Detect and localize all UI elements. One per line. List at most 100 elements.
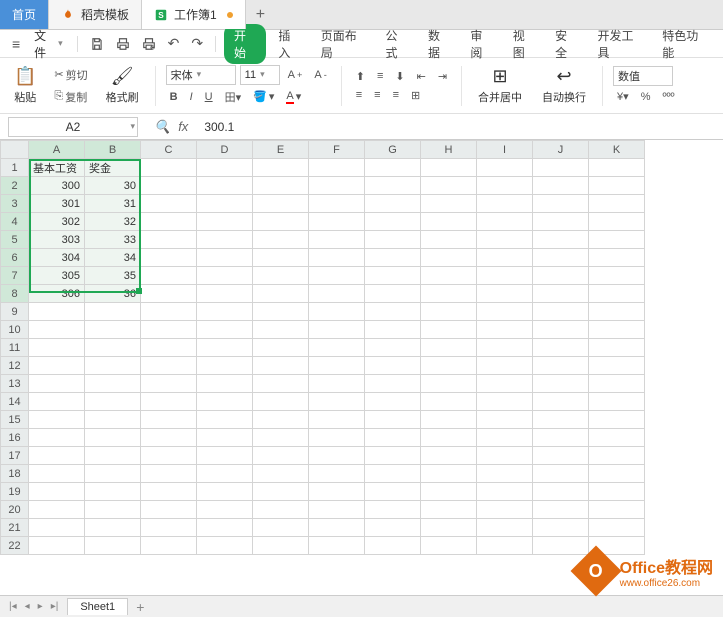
cell[interactable]: 奖金	[85, 159, 141, 177]
menu-tab-data[interactable]: 数据	[420, 24, 458, 64]
cell[interactable]	[309, 267, 365, 285]
cell[interactable]	[197, 429, 253, 447]
cell[interactable]	[421, 249, 477, 267]
align-left-button[interactable]: ≡	[352, 87, 366, 103]
cell[interactable]	[85, 375, 141, 393]
search-icon[interactable]: 🔍	[154, 119, 170, 135]
cell[interactable]	[141, 177, 197, 195]
cell[interactable]: 35	[85, 267, 141, 285]
cell[interactable]	[309, 501, 365, 519]
cell[interactable]	[253, 177, 309, 195]
cell[interactable]	[589, 267, 645, 285]
col-header[interactable]: A	[29, 141, 85, 159]
cell[interactable]	[533, 303, 589, 321]
cell[interactable]: 301	[29, 195, 85, 213]
percent-button[interactable]: %	[637, 89, 655, 105]
cell[interactable]	[29, 411, 85, 429]
cell[interactable]	[477, 213, 533, 231]
cell[interactable]	[589, 285, 645, 303]
cell-reference-input[interactable]: A2 ▾	[8, 117, 138, 137]
cell[interactable]	[365, 213, 421, 231]
cell[interactable]	[533, 519, 589, 537]
cell[interactable]	[421, 429, 477, 447]
menu-tab-layout[interactable]: 页面布局	[313, 24, 374, 64]
hamburger-icon[interactable]: ≡	[8, 34, 24, 54]
cell[interactable]	[253, 285, 309, 303]
cell[interactable]	[421, 519, 477, 537]
cell[interactable]	[141, 195, 197, 213]
col-header[interactable]: H	[421, 141, 477, 159]
undo-icon[interactable]: ↶	[164, 33, 184, 54]
cell[interactable]	[29, 393, 85, 411]
cell[interactable]	[85, 411, 141, 429]
cell[interactable]	[253, 393, 309, 411]
cell[interactable]	[421, 501, 477, 519]
cell[interactable]	[309, 159, 365, 177]
cell[interactable]	[477, 267, 533, 285]
cell[interactable]	[197, 411, 253, 429]
cell[interactable]	[477, 159, 533, 177]
col-header[interactable]: B	[85, 141, 141, 159]
row-header[interactable]: 8	[1, 285, 29, 303]
cell[interactable]	[589, 429, 645, 447]
cell[interactable]	[589, 159, 645, 177]
cell[interactable]	[141, 501, 197, 519]
row-header[interactable]: 10	[1, 321, 29, 339]
col-header[interactable]: D	[197, 141, 253, 159]
cell[interactable]	[197, 357, 253, 375]
border-button[interactable]: 田▾	[221, 87, 246, 107]
cell[interactable]	[141, 429, 197, 447]
cell[interactable]	[309, 411, 365, 429]
col-header[interactable]: I	[477, 141, 533, 159]
format-painter-button[interactable]: 🖌 格式刷	[100, 64, 145, 107]
cell[interactable]	[533, 339, 589, 357]
sheet-nav-next[interactable]: ▸	[35, 601, 46, 612]
menu-tab-start[interactable]: 开始	[224, 24, 266, 64]
cell[interactable]	[197, 537, 253, 555]
cell[interactable]	[197, 303, 253, 321]
cell[interactable]: 31	[85, 195, 141, 213]
cell[interactable]	[197, 231, 253, 249]
cell[interactable]	[29, 339, 85, 357]
cell[interactable]	[309, 483, 365, 501]
cell[interactable]	[141, 465, 197, 483]
font-size-select[interactable]: 11▾	[240, 65, 280, 85]
cell[interactable]	[197, 213, 253, 231]
font-color-button[interactable]: A▾	[282, 88, 305, 106]
row-header[interactable]: 18	[1, 465, 29, 483]
cell[interactable]	[141, 339, 197, 357]
cell[interactable]	[29, 501, 85, 519]
cell[interactable]	[253, 249, 309, 267]
cell[interactable]	[589, 195, 645, 213]
italic-button[interactable]: I	[186, 89, 197, 105]
cell[interactable]	[477, 303, 533, 321]
cell[interactable]	[253, 339, 309, 357]
cell[interactable]	[421, 285, 477, 303]
cell[interactable]	[309, 177, 365, 195]
cell[interactable]	[141, 213, 197, 231]
cell[interactable]	[309, 321, 365, 339]
cell[interactable]	[253, 465, 309, 483]
cell[interactable]	[533, 357, 589, 375]
cell[interactable]	[589, 411, 645, 429]
row-header[interactable]: 20	[1, 501, 29, 519]
cell[interactable]	[85, 357, 141, 375]
cell[interactable]	[309, 447, 365, 465]
row-header[interactable]: 2	[1, 177, 29, 195]
cell[interactable]: 300	[29, 177, 85, 195]
cell[interactable]	[253, 537, 309, 555]
cell[interactable]	[141, 447, 197, 465]
cell[interactable]	[141, 357, 197, 375]
align-right-button[interactable]: ≡	[389, 87, 403, 103]
cell[interactable]	[421, 339, 477, 357]
comma-button[interactable]: ººº	[658, 89, 678, 105]
cell[interactable]	[85, 447, 141, 465]
cell[interactable]	[477, 195, 533, 213]
font-name-select[interactable]: 宋体▾	[166, 65, 236, 85]
cell[interactable]	[141, 231, 197, 249]
cell[interactable]	[253, 321, 309, 339]
cell[interactable]	[365, 537, 421, 555]
cell[interactable]	[477, 321, 533, 339]
menu-tab-review[interactable]: 审阅	[462, 24, 500, 64]
cell[interactable]	[589, 249, 645, 267]
